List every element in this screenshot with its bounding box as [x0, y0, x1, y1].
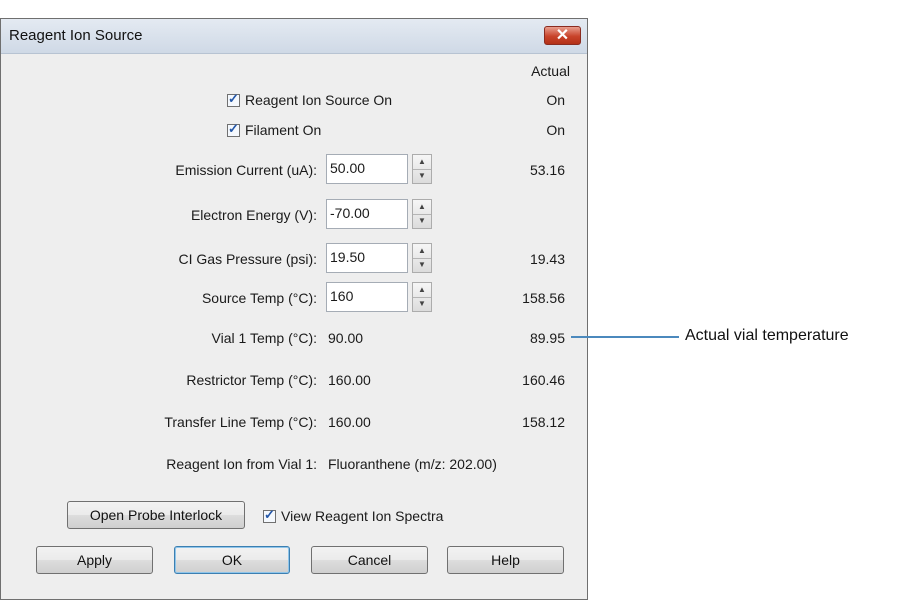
close-button[interactable]: ✕ — [544, 26, 581, 45]
spin-up-icon[interactable]: ▲ — [413, 244, 431, 259]
ci-gas-pressure-label: CI Gas Pressure (psi): — [178, 251, 317, 267]
filament-on-actual: On — [546, 122, 565, 138]
spin-down-icon[interactable]: ▼ — [413, 169, 431, 183]
filament-on-label: Filament On — [245, 122, 322, 138]
restrictor-temp-label: Restrictor Temp (°C): — [186, 372, 317, 388]
emission-current-input[interactable]: 50.00 — [326, 154, 408, 184]
ci-gas-pressure-spinner[interactable]: ▲ ▼ — [412, 243, 432, 273]
source-temp-spinner[interactable]: ▲ ▼ — [412, 282, 432, 312]
view-reagent-spectra-label: View Reagent Ion Spectra — [281, 508, 444, 524]
electron-energy-spinner[interactable]: ▲ ▼ — [412, 199, 432, 229]
transfer-line-temp-value: 160.00 — [328, 414, 371, 430]
checkbox-checked-icon — [227, 121, 240, 137]
actual-column-header: Actual — [531, 63, 570, 79]
source-temp-input[interactable]: 160 — [326, 282, 408, 312]
electron-energy-label: Electron Energy (V): — [190, 207, 317, 223]
filament-on-checkbox[interactable]: Filament On — [227, 121, 322, 138]
source-temp-actual: 158.56 — [522, 290, 565, 306]
transfer-line-temp-label: Transfer Line Temp (°C): — [164, 414, 317, 430]
ci-gas-pressure-input[interactable]: 19.50 — [326, 243, 408, 273]
callout-leader-line — [571, 336, 679, 338]
checkbox-checked-icon — [227, 91, 240, 107]
electron-energy-input[interactable]: -70.00 — [326, 199, 408, 229]
checkbox-checked-icon — [263, 507, 276, 523]
emission-current-actual: 53.16 — [529, 162, 565, 178]
dialog-title: Reagent Ion Source — [9, 27, 143, 44]
cancel-button[interactable]: Cancel — [311, 546, 428, 574]
restrictor-temp-actual: 160.46 — [522, 372, 565, 388]
spin-up-icon[interactable]: ▲ — [413, 283, 431, 298]
reagent-source-on-label: Reagent Ion Source On — [245, 92, 393, 108]
spin-down-icon[interactable]: ▼ — [413, 297, 431, 311]
emission-current-label: Emission Current (uA): — [175, 162, 317, 178]
vial1-temp-actual: 89.95 — [529, 330, 565, 346]
spin-up-icon[interactable]: ▲ — [413, 200, 431, 215]
reagent-source-on-actual: On — [546, 92, 565, 108]
vial1-temp-label: Vial 1 Temp (°C): — [211, 330, 317, 346]
reagent-ion-vial1-label: Reagent Ion from Vial 1: — [166, 456, 317, 472]
help-button[interactable]: Help — [447, 546, 564, 574]
vial1-temp-value: 90.00 — [328, 330, 364, 346]
close-icon: ✕ — [555, 27, 570, 44]
title-bar: Reagent Ion Source ✕ — [1, 19, 587, 54]
spin-up-icon[interactable]: ▲ — [413, 155, 431, 170]
emission-current-spinner[interactable]: ▲ ▼ — [412, 154, 432, 184]
view-reagent-spectra-checkbox[interactable]: View Reagent Ion Spectra — [263, 507, 444, 524]
reagent-source-on-checkbox[interactable]: Reagent Ion Source On — [227, 91, 393, 108]
source-temp-label: Source Temp (°C): — [201, 290, 317, 306]
restrictor-temp-value: 160.00 — [328, 372, 371, 388]
apply-button[interactable]: Apply — [36, 546, 153, 574]
reagent-ion-vial1-value: Fluoranthene (m/z: 202.00) — [328, 456, 497, 472]
callout-label: Actual vial temperature — [685, 327, 849, 344]
transfer-line-temp-actual: 158.12 — [522, 414, 565, 430]
spin-down-icon[interactable]: ▼ — [413, 214, 431, 228]
reagent-ion-source-dialog: Reagent Ion Source ✕ Actual Reagent Ion … — [0, 18, 588, 600]
open-probe-interlock-button[interactable]: Open Probe Interlock — [67, 501, 245, 529]
ci-gas-pressure-actual: 19.43 — [529, 251, 565, 267]
ok-button[interactable]: OK — [174, 546, 290, 574]
spin-down-icon[interactable]: ▼ — [413, 258, 431, 272]
